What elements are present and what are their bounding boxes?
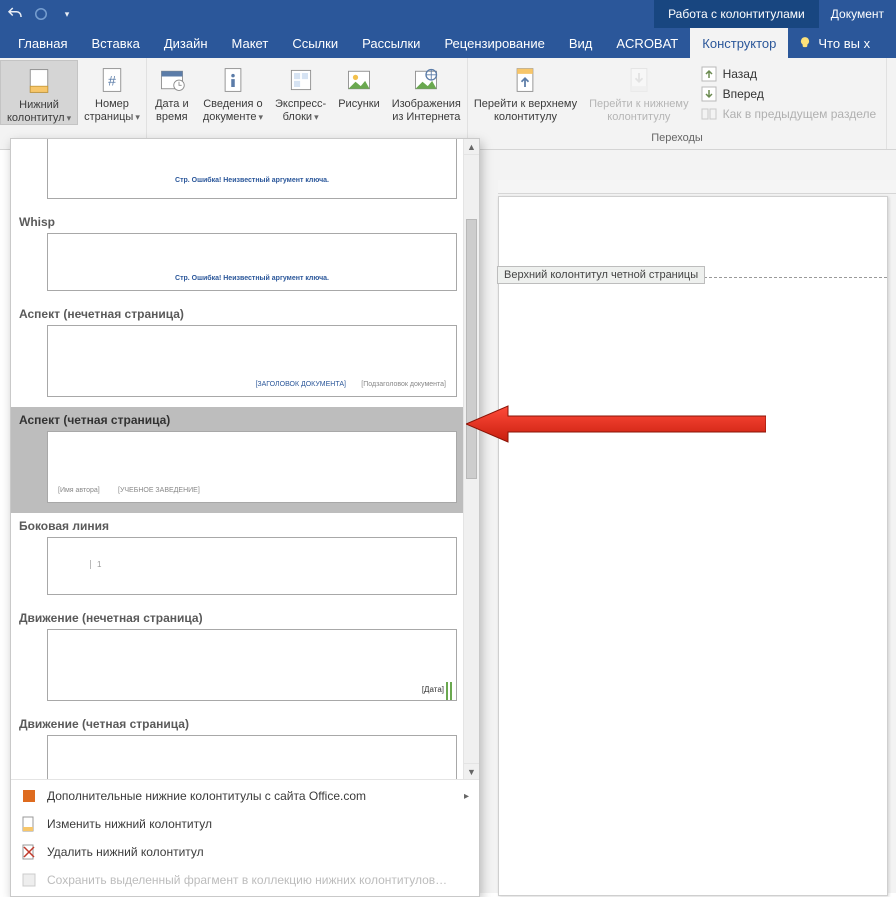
- horizontal-ruler[interactable]: [498, 180, 896, 194]
- nav-next-button[interactable]: Вперед: [701, 86, 877, 102]
- quick-access-toolbar: ▾: [0, 5, 76, 23]
- footer-icon: [23, 65, 55, 97]
- tab-home[interactable]: Главная: [6, 28, 79, 58]
- office-icon: [21, 788, 37, 804]
- goto-header-button[interactable]: Перейти к верхнему колонтитулу: [468, 60, 583, 123]
- date-time-button[interactable]: Дата и время: [147, 60, 197, 123]
- tab-insert[interactable]: Вставка: [79, 28, 151, 58]
- titlebar: ▾ Работа с колонтитулами Документ: [0, 0, 896, 28]
- goto-footer-button: Перейти к нижнему колонтитулу: [583, 60, 694, 123]
- scroll-up-icon[interactable]: ▲: [464, 139, 479, 155]
- remove-icon: [21, 844, 37, 860]
- footer-gallery-dropdown: Стр. Ошибка! Неизвестный аргумент ключа.…: [10, 138, 480, 897]
- tab-view[interactable]: Вид: [557, 28, 605, 58]
- online-picture-icon: [410, 64, 442, 96]
- redo-icon[interactable]: [32, 5, 50, 23]
- gallery-remove-footer[interactable]: Удалить нижний колонтитул: [11, 838, 479, 866]
- gallery-footer: Дополнительные нижние колонтитулы с сайт…: [11, 779, 479, 896]
- gallery-scrollbar[interactable]: ▲ ▼: [463, 139, 479, 779]
- page[interactable]: Верхний колонтитул четной страницы: [498, 196, 888, 896]
- document-title: Документ: [819, 0, 896, 28]
- tell-me-text: Что вы х: [818, 36, 870, 51]
- gallery-scroll-area: Стр. Ошибка! Неизвестный аргумент ключа.…: [11, 139, 479, 779]
- undo-icon[interactable]: [6, 5, 24, 23]
- page-number-button[interactable]: # Номер страницы: [78, 60, 146, 123]
- nav-link-previous-button: Как в предыдущем разделе: [701, 106, 877, 122]
- calendar-icon: [156, 64, 188, 96]
- ribbon: Нижний колонтитул # Номер страницы Дата …: [0, 58, 896, 150]
- ribbon-tabs: Главная Вставка Дизайн Макет Ссылки Расс…: [0, 28, 896, 58]
- tab-acrobat[interactable]: ACROBAT: [604, 28, 690, 58]
- tab-review[interactable]: Рецензирование: [432, 28, 556, 58]
- doc-info-icon: [217, 64, 249, 96]
- qat-dropdown-icon[interactable]: ▾: [58, 5, 76, 23]
- pictures-button[interactable]: Рисунки: [332, 60, 386, 111]
- chevron-right-icon: ▸: [464, 791, 469, 802]
- goto-header-icon: [509, 64, 541, 96]
- gallery-item-title: Аспект (четная страница): [11, 407, 479, 431]
- scroll-thumb[interactable]: [466, 219, 477, 479]
- gallery-item-title: Движение (нечетная страница): [11, 605, 479, 629]
- contextual-tab-header: Работа с колонтитулами: [654, 0, 819, 28]
- tab-designer[interactable]: Конструктор: [690, 28, 788, 58]
- picture-icon: [343, 64, 375, 96]
- footer-button[interactable]: Нижний колонтитул: [0, 60, 78, 125]
- svg-text:#: #: [108, 72, 116, 88]
- gallery-item-title: Боковая линия: [11, 513, 479, 537]
- save-icon: [21, 872, 37, 888]
- tab-mailings[interactable]: Рассылки: [350, 28, 432, 58]
- goto-footer-icon: [623, 64, 655, 96]
- online-pictures-button[interactable]: Изображения из Интернета: [386, 60, 467, 123]
- document-area: Верхний колонтитул четной страницы: [480, 150, 896, 893]
- link-icon: [701, 106, 717, 122]
- gallery-item-selected[interactable]: Аспект (четная страница) [Имя автора] [У…: [11, 407, 479, 513]
- gallery-item[interactable]: Движение (нечетная страница) [Дата]: [11, 605, 479, 711]
- gallery-item[interactable]: Стр. Ошибка! Неизвестный аргумент ключа.: [11, 139, 479, 209]
- tab-design[interactable]: Дизайн: [152, 28, 220, 58]
- gallery-item[interactable]: Боковая линия 1: [11, 513, 479, 605]
- gallery-item[interactable]: Движение (четная страница) [Дата]: [11, 711, 479, 779]
- gallery-edit-footer[interactable]: Изменить нижний колонтитул: [11, 810, 479, 838]
- gallery-item-title: Аспект (нечетная страница): [11, 301, 479, 325]
- group-label-transitions: Переходы: [651, 130, 703, 147]
- gallery-save-selection: Сохранить выделенный фрагмент в коллекци…: [11, 866, 479, 894]
- edit-icon: [21, 816, 37, 832]
- gallery-item-title: Whisp: [11, 209, 479, 233]
- hash-icon: #: [96, 64, 128, 96]
- prev-icon: [701, 66, 717, 82]
- header-tag: Верхний колонтитул четной страницы: [497, 266, 705, 284]
- nav-links: Назад Вперед Как в предыдущем разделе: [695, 60, 887, 122]
- gallery-item[interactable]: Аспект (нечетная страница) [ЗАГОЛОВОК ДО…: [11, 301, 479, 407]
- gallery-more-office[interactable]: Дополнительные нижние колонтитулы с сайт…: [11, 782, 479, 810]
- quick-parts-icon: [285, 64, 317, 96]
- tab-references[interactable]: Ссылки: [280, 28, 350, 58]
- tab-layout[interactable]: Макет: [220, 28, 281, 58]
- nav-prev-button[interactable]: Назад: [701, 66, 877, 82]
- tell-me[interactable]: Что вы х: [788, 28, 880, 58]
- scroll-down-icon[interactable]: ▼: [464, 763, 479, 779]
- gallery-item-title: Движение (четная страница): [11, 711, 479, 735]
- next-icon: [701, 86, 717, 102]
- gallery-item[interactable]: Whisp Стр. Ошибка! Неизвестный аргумент …: [11, 209, 479, 301]
- quick-parts-button[interactable]: Экспресс- блоки: [269, 60, 332, 123]
- doc-info-button[interactable]: Сведения о документе: [197, 60, 269, 123]
